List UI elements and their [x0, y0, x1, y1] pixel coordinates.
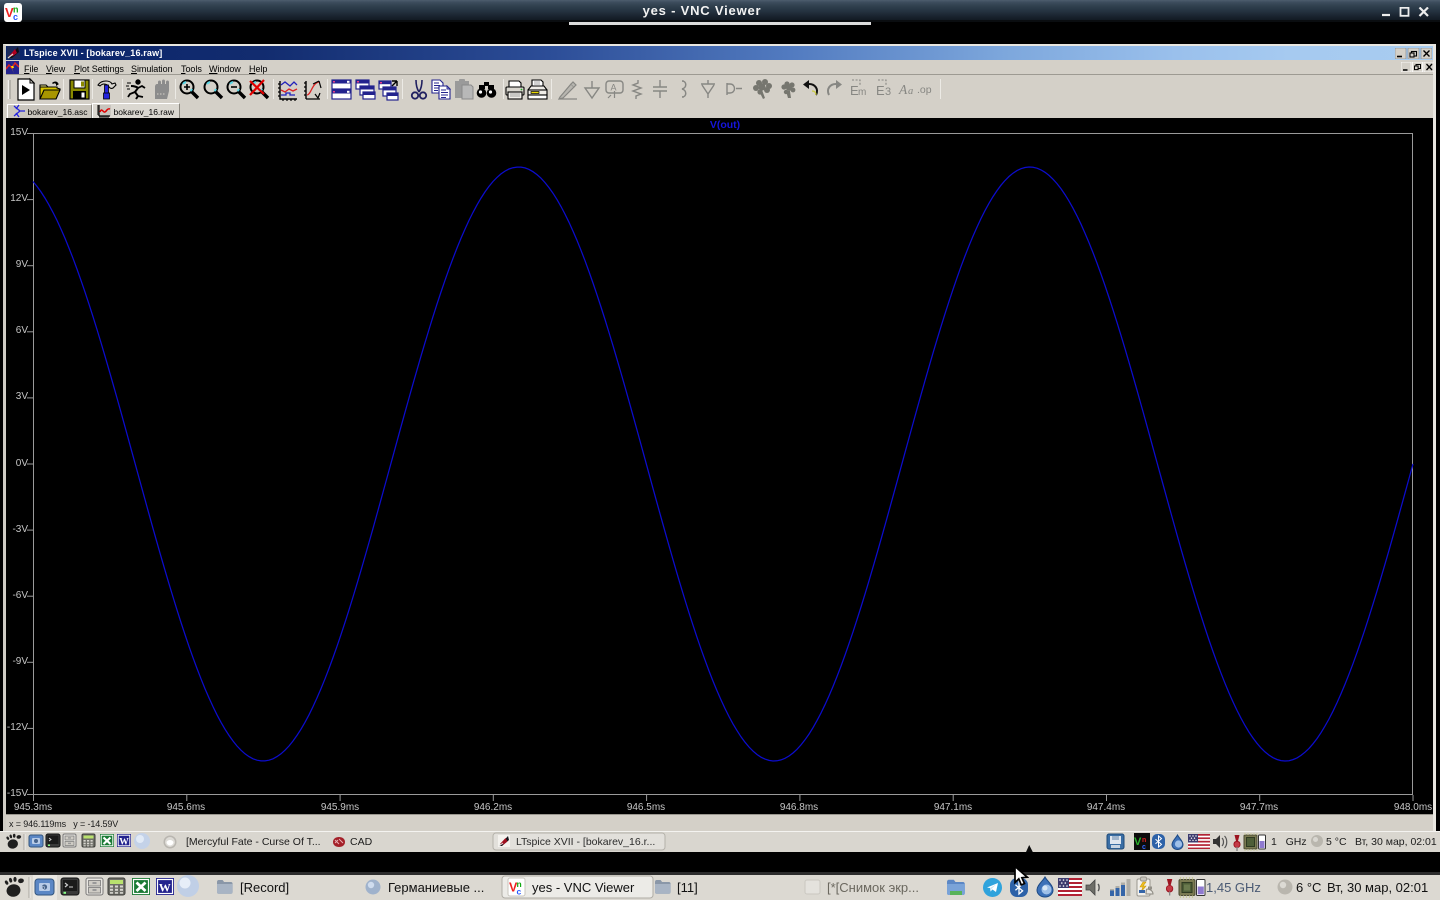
svg-text:1 GHz: 1 GHz — [1271, 836, 1307, 848]
svg-text:c: c — [517, 887, 522, 897]
svg-text:o: o — [42, 885, 46, 892]
svg-text:V: V — [1134, 836, 1142, 848]
svg-text:5 °C: 5 °C — [1326, 836, 1347, 848]
svg-text:W: W — [159, 881, 171, 895]
svg-text:c: c — [1142, 844, 1146, 851]
svg-text:n: n — [1142, 837, 1146, 844]
svg-text:Вт, 30 мар, 02:01: Вт, 30 мар, 02:01 — [1355, 836, 1437, 848]
svg-text:W: W — [119, 838, 129, 848]
